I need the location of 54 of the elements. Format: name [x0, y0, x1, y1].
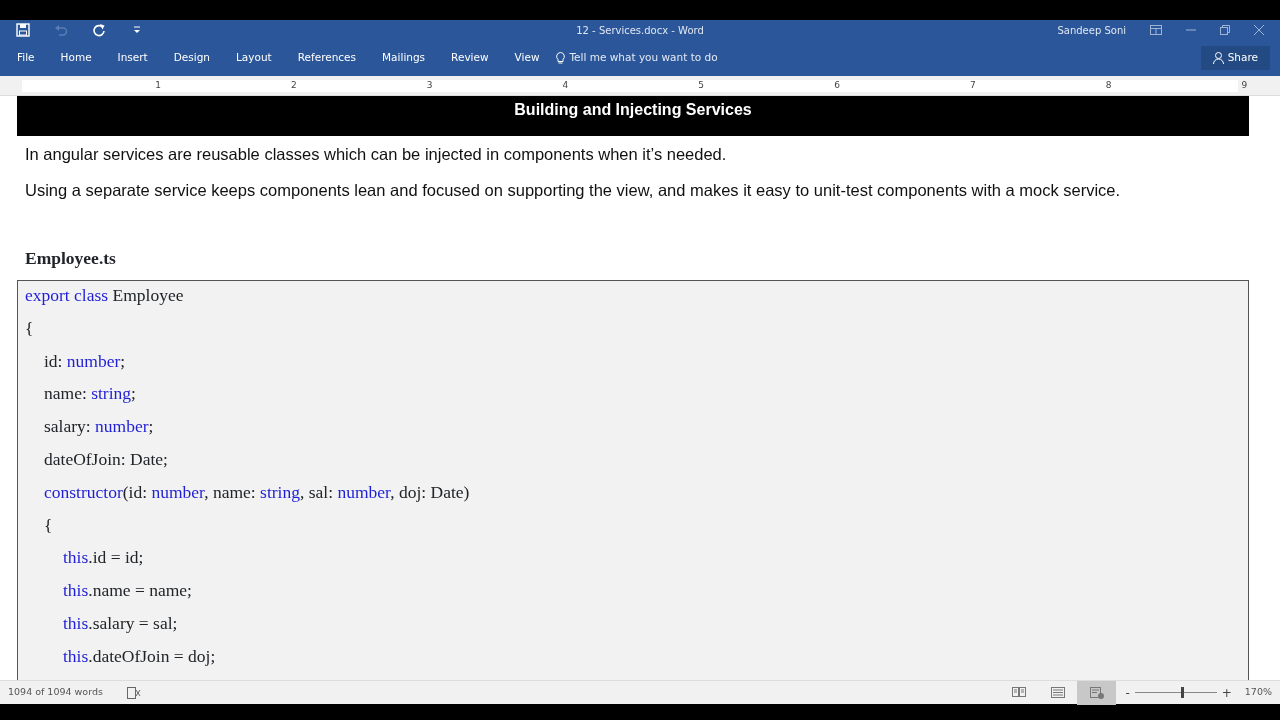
close-icon[interactable] [1254, 25, 1264, 35]
code-line: salary: number; [43, 415, 155, 439]
restore-icon[interactable] [1220, 25, 1230, 35]
zoom-slider-thumb[interactable] [1180, 687, 1184, 698]
ruler-number: 5 [698, 79, 705, 92]
read-mode-icon [1011, 686, 1026, 699]
ruler-number: 3 [426, 79, 433, 92]
document-heading: Building and Injecting Services [17, 96, 1249, 136]
word-count[interactable]: 1094 of 1094 words [0, 685, 103, 700]
proofing-icon[interactable] [126, 686, 141, 699]
ruler-number: 2 [290, 79, 297, 92]
ruler-number: 1 [155, 79, 161, 92]
ribbon-tab[interactable]: Design [160, 40, 223, 76]
ribbon-tab[interactable]: Review [438, 40, 502, 76]
lightbulb-icon [556, 52, 566, 64]
code-line: export class Employee [25, 284, 185, 307]
ruler-number: 4 [562, 79, 569, 92]
paragraph: In angular services are reusable classes which can be injected in components when it’s needed. [25, 144, 728, 164]
code-line: id: number; [43, 349, 127, 373]
ribbon-tab[interactable]: Home [47, 40, 105, 76]
save-icon[interactable] [16, 23, 30, 37]
ribbon-tab[interactable]: References [284, 40, 370, 76]
ruler-number: 6 [834, 79, 840, 92]
ribbon-tab[interactable]: Layout [223, 40, 285, 76]
ribbon-tab[interactable]: View [501, 40, 553, 76]
ribbon-tab[interactable]: Mailings [369, 40, 439, 76]
code-line: this.salary = sal; [62, 611, 179, 635]
share-button[interactable]: Share [1200, 46, 1270, 70]
code-line: this.id = id; [62, 546, 145, 570]
code-line: constructor(id: number, name: string, sal: number, doj: Date) [43, 480, 471, 504]
ruler-number: 8 [1105, 79, 1112, 92]
ruler-number: 7 [969, 79, 976, 92]
code-line: dateOfJoin: Date; [43, 448, 169, 471]
window-title: 12 - Services.docx - Word [576, 25, 704, 36]
print-layout-icon [1050, 686, 1065, 699]
code-line: this.name = name; [62, 579, 193, 603]
zoom-level[interactable]: 170% [1236, 685, 1280, 700]
file-heading: Employee.ts [25, 248, 117, 268]
ribbon-tab[interactable]: Insert [104, 40, 161, 76]
user-name: Sandeep Soni [1057, 23, 1126, 38]
repeat-icon[interactable] [92, 23, 106, 37]
ruler-number: 9 [1241, 79, 1248, 92]
ribbon-display-icon[interactable] [1150, 25, 1162, 35]
code-line: this.dateOfJoin = doj; [62, 644, 217, 668]
ribbon-tab[interactable]: File [4, 40, 48, 76]
zoom-in-button[interactable]: + [1216, 683, 1237, 702]
web-layout-icon [1089, 686, 1104, 699]
person-icon [1212, 52, 1224, 64]
paragraph: Using a separate service keeps components lean and focused on supporting the view, and makes it easy to unit-test components with a mock service. [25, 180, 1122, 200]
zoom-out-button[interactable]: - [1120, 683, 1135, 702]
code-line: { [25, 316, 35, 340]
code-line: name: string; [43, 382, 137, 406]
code-line: { [43, 513, 54, 537]
tell-me-field[interactable]: Tell me what you want to do [569, 50, 718, 66]
